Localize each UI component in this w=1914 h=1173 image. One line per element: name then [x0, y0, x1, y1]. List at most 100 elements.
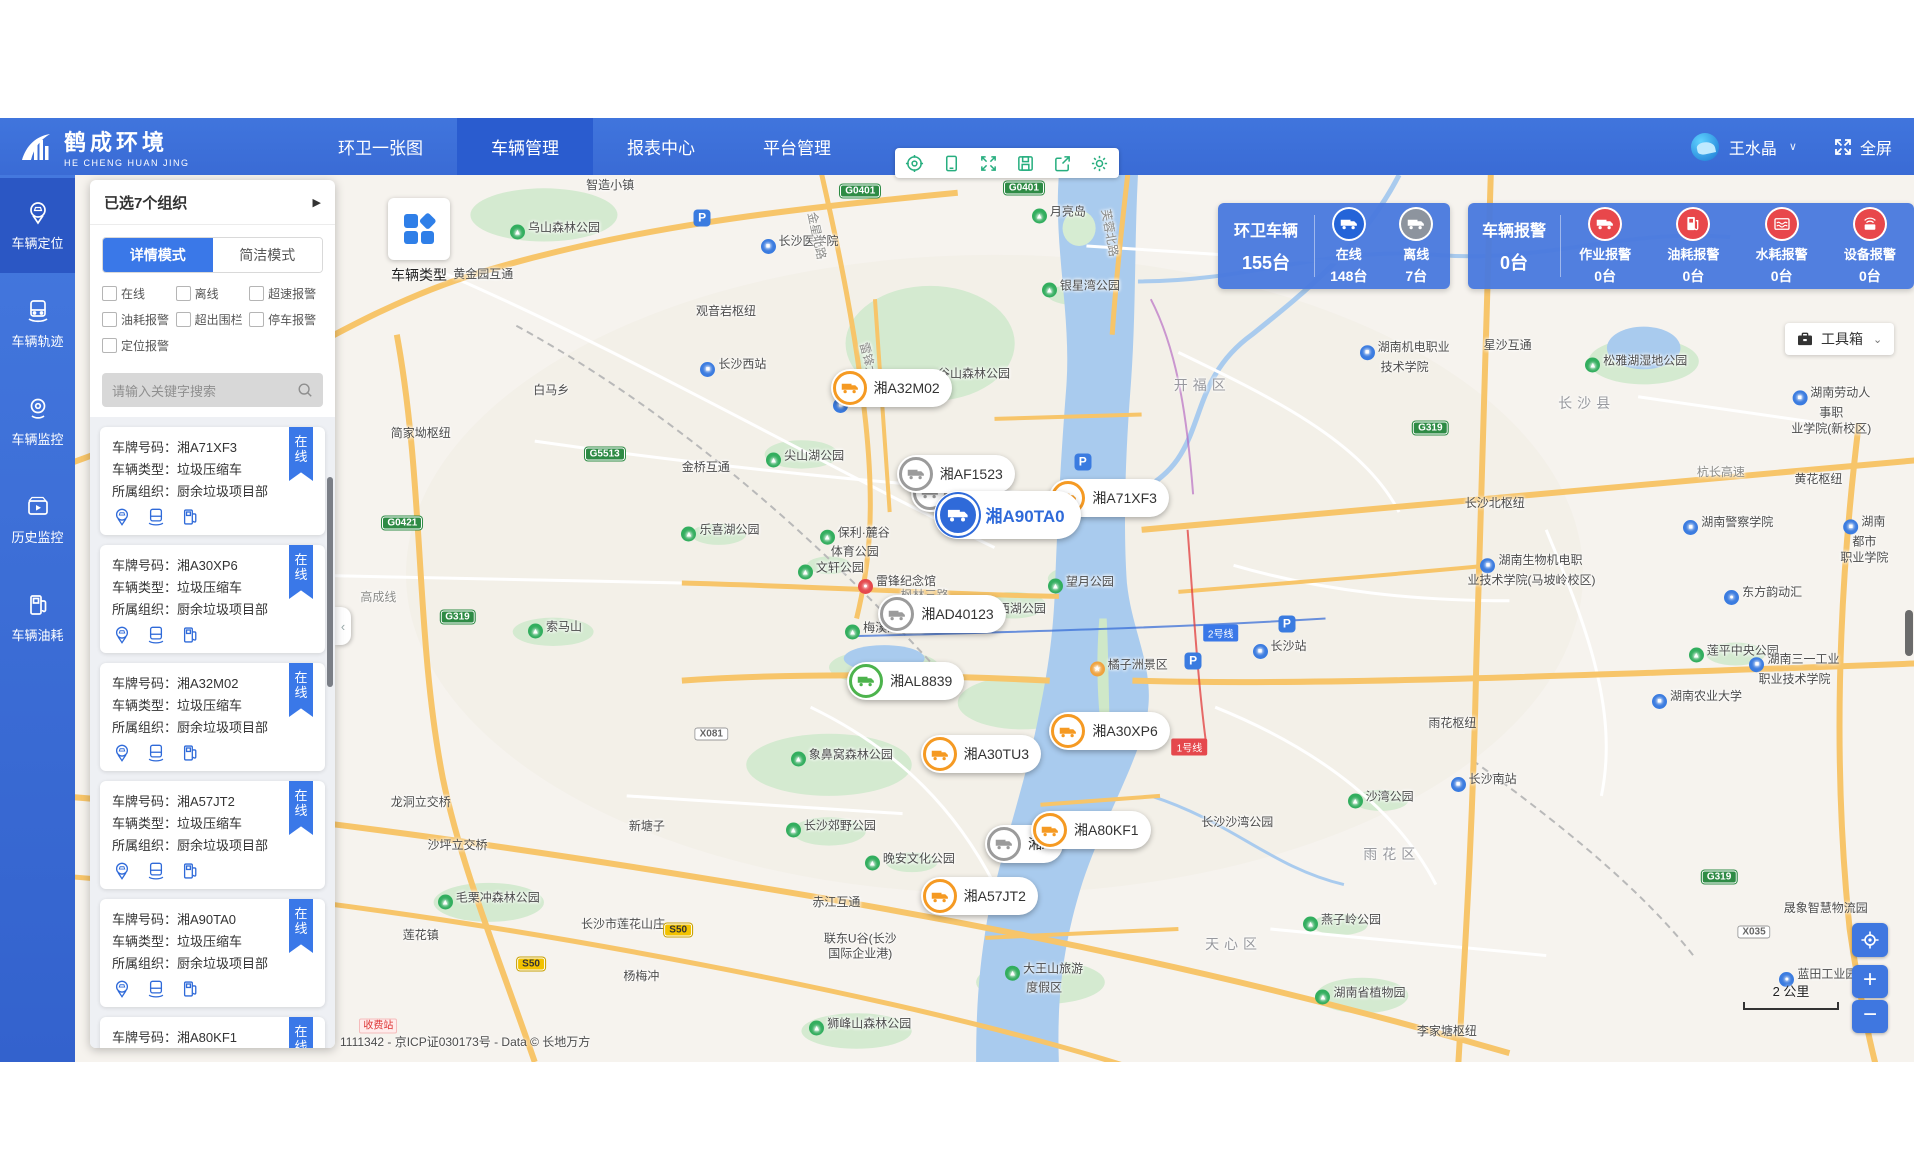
vehicle-card[interactable]: 车牌号码：湘A90TA0 车辆类型：垃圾压缩车 所属组织：厨余垃圾项目部 在线 [100, 899, 325, 1007]
rail-item-vehicle-track[interactable]: 车辆轨迹 [0, 276, 75, 371]
rail-item-history-video[interactable]: 历史监控 [0, 472, 75, 567]
rail-item-vehicle-camera[interactable]: 车辆监控 [0, 374, 75, 469]
map-label: 银星湾公园 [1042, 278, 1120, 297]
map-label: 长沙北枢纽 [1465, 496, 1525, 512]
filter-checkbox[interactable]: 定位报警 [102, 337, 176, 354]
vehicle-card[interactable]: 车牌号码：湘A30XP6 车辆类型：垃圾压缩车 所属组织：厨余垃圾项目部 在线 [100, 545, 325, 653]
locate-action-icon[interactable] [112, 625, 132, 645]
vehicle-marker[interactable]: 湘A32M02 [831, 369, 952, 407]
tab-simple-mode[interactable]: 简洁模式 [213, 238, 323, 272]
map-canvas[interactable]: 智造小镇 乌山森林公园 黄金园互通 长沙医学院 月亮岛 银星湾公园 观音岩枢纽 … [75, 175, 1914, 1062]
fuel-action-icon[interactable] [180, 507, 200, 527]
vehicle-marker-plate: 湘A32M02 [874, 378, 940, 398]
fuel-action-icon[interactable] [180, 743, 200, 763]
page-scrollbar-thumb[interactable] [1905, 610, 1913, 656]
fuel-action-icon[interactable] [180, 625, 200, 645]
search-input[interactable]: 请输入关键字搜索 [102, 373, 323, 407]
track-action-icon[interactable] [146, 979, 166, 999]
vehicle-marker[interactable]: 湘AL8839 [847, 662, 964, 700]
filter-checkbox[interactable]: 超速报警 [249, 285, 323, 302]
fullscreen-button[interactable]: 全屏 [1833, 135, 1892, 159]
filter-checkbox[interactable]: 超出围栏 [176, 311, 250, 328]
track-action-icon[interactable] [146, 625, 166, 645]
save-icon[interactable] [1016, 154, 1035, 173]
map-label: 望月公园 [1048, 574, 1114, 593]
frame-icon[interactable] [942, 154, 961, 173]
truck-icon [923, 737, 957, 771]
map-label: 智造小镇 [586, 178, 634, 194]
scale-bar [1743, 1002, 1839, 1010]
map-label: 龙洞立交桥 [391, 795, 451, 811]
vehicle-marker[interactable]: 湘A80KF1 [1031, 811, 1151, 849]
parking-icon: P [1074, 453, 1091, 470]
fullscreen-icon [1833, 137, 1853, 157]
road-shield: G5513 [585, 448, 625, 461]
tab-detail-mode[interactable]: 详情模式 [103, 238, 213, 272]
locate-button[interactable] [1852, 923, 1888, 957]
fuel-action-icon[interactable] [180, 979, 200, 999]
locate-action-icon[interactable] [112, 507, 132, 527]
locate-action-icon[interactable] [112, 861, 132, 881]
vehicle-card[interactable]: 车牌号码：湘A57JT2 车辆类型：垃圾压缩车 所属组织：厨余垃圾项目部 在线 [100, 781, 325, 889]
road-shield: G319 [1413, 421, 1447, 434]
map-label: 高成线 [360, 590, 396, 606]
parking-icon: P [1185, 653, 1202, 670]
track-action-icon[interactable] [146, 743, 166, 763]
nav-item-reports[interactable]: 报表中心 [593, 118, 729, 175]
device-alarm-stat: 设备报警 0台 [1826, 207, 1914, 286]
vehicle-marker[interactable]: 湘A30TU3 [921, 735, 1041, 773]
vehicle-marker[interactable]: 湘AF1523 [897, 455, 1015, 493]
map-scale: 2 公里 [1743, 981, 1839, 1010]
vehicle-org: 厨余垃圾项目部 [177, 956, 268, 971]
road-shield: S50 [517, 958, 545, 971]
expand-icon[interactable] [979, 154, 998, 173]
user-avatar[interactable] [1691, 133, 1719, 161]
settings-icon[interactable] [1090, 154, 1109, 173]
map-label: 莲花镇 [403, 928, 439, 944]
track-action-icon[interactable] [146, 861, 166, 881]
scale-label: 2 公里 [1773, 984, 1810, 999]
share-icon[interactable] [1053, 154, 1072, 173]
vehicle-card[interactable]: 车牌号码：湘A80KF1 车辆类型：垃圾压缩车 所属组织：厨余垃圾项目部 在线 [100, 1017, 325, 1048]
filter-checkbox[interactable]: 在线 [102, 285, 176, 302]
vehicle-org: 厨余垃圾项目部 [177, 838, 268, 853]
nav-item-vehicle-mgmt[interactable]: 车辆管理 [457, 118, 593, 175]
map-label: 联东U谷(长沙 国际企业港) [824, 931, 897, 962]
map-label: 文轩公园 [798, 560, 864, 579]
track-action-icon[interactable] [146, 507, 166, 527]
zoom-out-button[interactable]: − [1852, 1000, 1888, 1033]
vehicle-list[interactable]: 车牌号码：湘A71XF3 车辆类型：垃圾压缩车 所属组织：厨余垃圾项目部 在线 … [90, 417, 335, 1048]
rail-item-vehicle-locate[interactable]: 车辆定位 [0, 178, 75, 273]
filter-checkbox[interactable]: 离线 [176, 285, 250, 302]
vehicle-card[interactable]: 车牌号码：湘A71XF3 车辆类型：垃圾压缩车 所属组织：厨余垃圾项目部 在线 [100, 427, 325, 535]
vehicle-marker[interactable]: 湘A57JT2 [921, 877, 1038, 915]
vehicle-marker[interactable]: 湘AD40123 [878, 595, 1005, 633]
filter-checkbox[interactable]: 停车报警 [249, 311, 323, 328]
truck-icon [899, 457, 933, 491]
parking-icon: P [694, 209, 711, 226]
vehicle-marker[interactable]: 湘A30XP6 [1049, 712, 1169, 750]
vehicle-type-icon [404, 214, 434, 244]
panel-collapse-handle[interactable]: ‹ [335, 607, 351, 645]
org-expand-arrow-icon[interactable]: ▶ [313, 196, 321, 209]
fleet-label: 环卫车辆 [1218, 217, 1314, 241]
fuel-action-icon[interactable] [180, 861, 200, 881]
locate-action-icon[interactable] [112, 743, 132, 763]
measure-icon[interactable] [905, 154, 924, 173]
locate-action-icon[interactable] [112, 979, 132, 999]
filter-checkbox[interactable]: 油耗报警 [102, 311, 176, 328]
nav-item-overview[interactable]: 环卫一张图 [304, 118, 457, 175]
user-name[interactable]: 王水晶 [1729, 135, 1777, 159]
rail-item-vehicle-fuel[interactable]: 车辆油耗 [0, 570, 75, 665]
toolbox-button[interactable]: 工具箱 ⌄ [1785, 323, 1894, 355]
vehicle-marker-plate: 湘A90TA0 [986, 502, 1065, 527]
map-label: 长沙站 [1253, 639, 1307, 659]
nav-item-platform[interactable]: 平台管理 [729, 118, 865, 175]
vehicle-marker[interactable]: 湘A90TA0 [934, 491, 1081, 539]
user-menu-chevron-icon[interactable]: ∨ [1789, 140, 1797, 153]
map-label: 保利·麓谷 体育公园 [820, 526, 890, 561]
zoom-in-button[interactable]: + [1852, 965, 1888, 998]
vehicle-type-button[interactable] [388, 198, 450, 260]
list-scrollbar[interactable] [327, 477, 333, 687]
vehicle-card[interactable]: 车牌号码：湘A32M02 车辆类型：垃圾压缩车 所属组织：厨余垃圾项目部 在线 [100, 663, 325, 771]
